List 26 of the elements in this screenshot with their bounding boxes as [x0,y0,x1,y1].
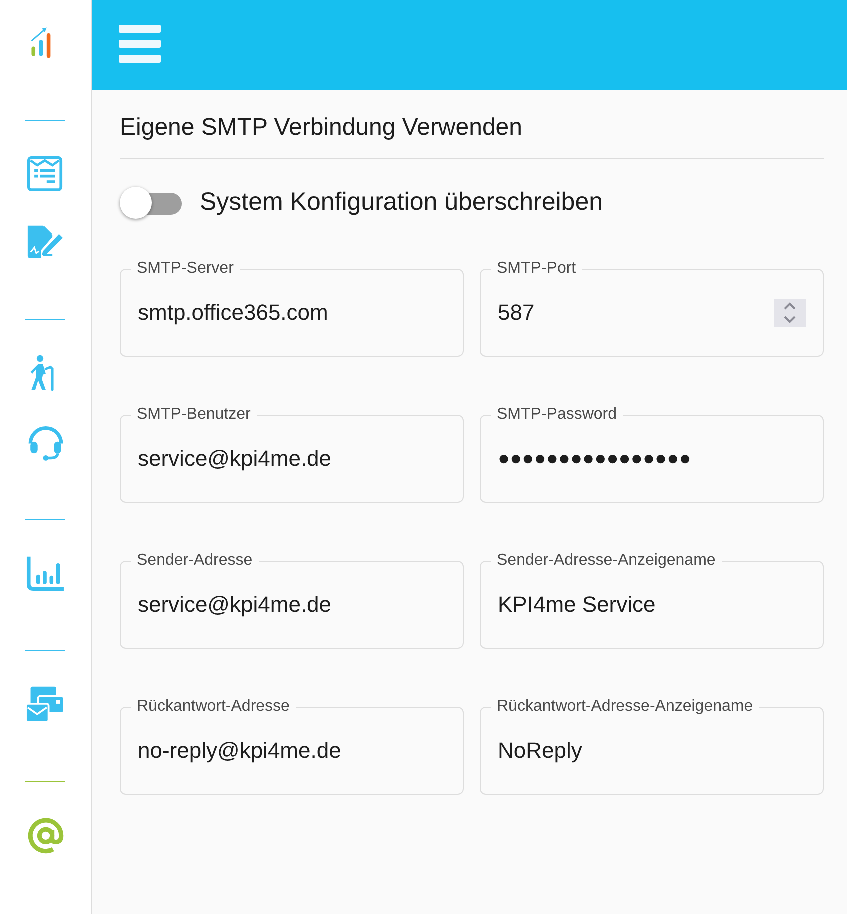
input-field[interactable]: Rückantwort-Adresse-Anzeigename NoReply [480,697,824,795]
input-field[interactable]: SMTP-Benutzer service@kpi4me.de [120,405,464,503]
field-value: KPI4me Service [498,592,657,618]
input-field[interactable]: SMTP-Password ●●●●●●●●●●●●●●●● [480,405,824,503]
field-value: 587 [498,300,536,326]
field-label: Sender-Adresse-Anzeigename [491,552,722,570]
spinner-icon[interactable] [774,299,806,327]
mail-windows-icon[interactable] [25,685,65,724]
input-field[interactable]: Sender-Adresse service@kpi4me.de [120,551,464,649]
input-field[interactable]: SMTP-Port 587 [480,259,824,357]
toggle-label: System Konfiguration überschreiben [200,188,604,216]
field-label: Rückantwort-Adresse-Anzeigename [491,698,760,716]
field-value: service@kpi4me.de [138,592,333,618]
menu-icon[interactable] [119,25,161,65]
field-value: no-reply@kpi4me.de [138,738,342,764]
input-field[interactable]: SMTP-Server smtp.office365.com [120,259,464,357]
input-field[interactable]: Sender-Adresse-Anzeigename KPI4me Service [480,551,824,649]
bar-chart-icon[interactable] [25,554,65,592]
input-field[interactable]: Rückantwort-Adresse no-reply@kpi4me.de [120,697,464,795]
field-value: service@kpi4me.de [138,446,333,472]
document-list-icon[interactable] [25,154,65,193]
field-value: NoReply [498,738,584,764]
field-value: ●●●●●●●●●●●●●●●● [498,448,692,470]
section-title: Eigene SMTP Verbindung Verwenden [120,114,524,142]
toggle-switch[interactable] [120,185,182,219]
field-value: smtp.office365.com [138,300,330,326]
